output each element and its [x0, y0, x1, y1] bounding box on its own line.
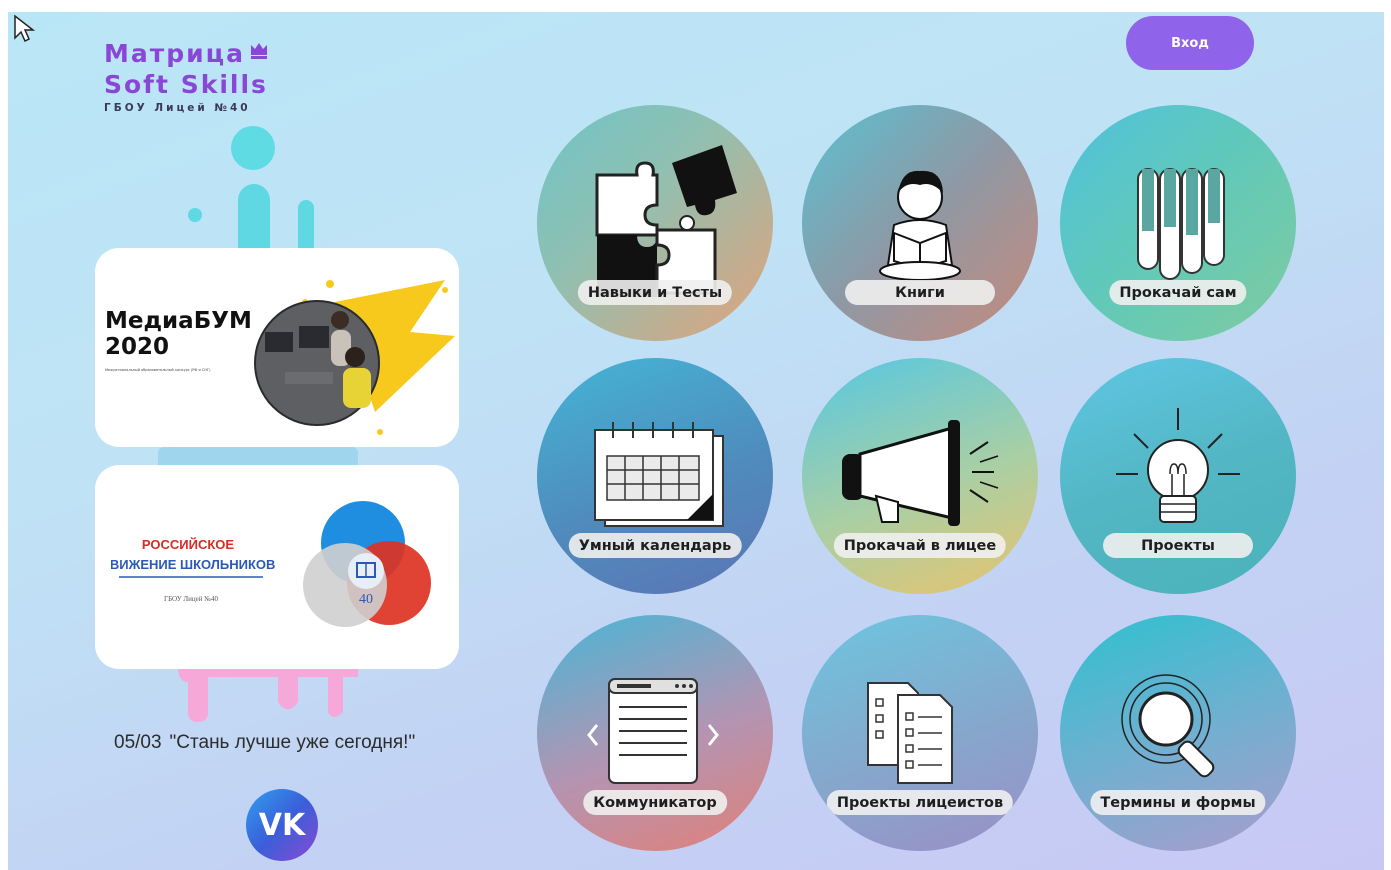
rdsh-subtitle: ГБОУ Лицей №40 — [164, 595, 218, 603]
tile-label: Проекты лицеистов — [826, 790, 1014, 815]
page: Матрица Soft Skills ГБОУ Лицей №40 Вход … — [8, 12, 1384, 870]
rdsh-emblem-number: 40 — [359, 592, 373, 607]
chevron-left-icon — [587, 724, 599, 746]
news-date: 05/03 — [114, 732, 162, 753]
tile-label: Термины и формы — [1090, 790, 1266, 815]
lightbulb-icon — [1116, 408, 1240, 523]
puzzle-icon — [595, 145, 737, 297]
logo-title-second: Soft Skills — [104, 70, 268, 99]
mediabum-title: МедиаБУМ 2020 — [105, 308, 252, 360]
tile-level-up-lyceum[interactable]: Прокачай в лицее — [802, 358, 1038, 594]
mediabum-caption: Межрегиональный образовательный конкурс … — [105, 368, 211, 372]
tile-communicator[interactable]: Коммуникатор — [537, 615, 773, 851]
tile-books[interactable]: Книги — [802, 105, 1038, 341]
tile-terms-forms[interactable]: Термины и формы — [1060, 615, 1296, 851]
rdsh-banner[interactable]: РОССИЙСКОЕ ДВИЖЕНИЕ ШКОЛЬНИКОВ ГБОУ Лице… — [95, 465, 459, 669]
logo-subtitle: ГБОУ Лицей №40 — [104, 102, 251, 114]
checklist-documents-icon — [867, 682, 953, 784]
rdsh-line1: РОССИЙСКОЕ — [142, 537, 235, 552]
tile-skills-tests[interactable]: Навыки и Тесты — [537, 105, 773, 341]
vk-button[interactable]: VK — [246, 789, 318, 861]
mediabum-photo — [254, 280, 455, 435]
rdsh-logo: РОССИЙСКОЕ ДВИЖЕНИЕ ШКОЛЬНИКОВ ГБОУ Лице… — [111, 537, 275, 603]
mouse-cursor-icon — [14, 14, 36, 43]
logo-title: Матрица — [104, 38, 269, 69]
megaphone-icon — [842, 420, 999, 526]
test-tubes-icon — [1137, 168, 1225, 280]
tile-label: Проекты — [1103, 533, 1253, 558]
browser-window-icon — [587, 678, 719, 784]
tile-label: Умный календарь — [568, 533, 742, 558]
tile-level-up-self[interactable]: Прокачай сам — [1060, 105, 1296, 341]
reader-icon — [879, 170, 961, 281]
chevron-right-icon — [707, 724, 719, 746]
tile-label: Коммуникатор — [583, 790, 727, 815]
crown-icon — [251, 43, 268, 59]
tile-projects[interactable]: Проекты — [1060, 358, 1296, 594]
rdsh-line2: ДВИЖЕНИЕ ШКОЛЬНИКОВ — [111, 557, 275, 572]
tile-student-projects[interactable]: Проекты лицеистов — [802, 615, 1038, 851]
tile-label: Прокачай в лицее — [833, 533, 1007, 558]
rdsh-emblem-icon: 40 — [303, 501, 431, 627]
login-button[interactable]: Вход — [1126, 16, 1254, 70]
site-logo[interactable]: Матрица Soft Skills ГБОУ Лицей №40 — [104, 38, 269, 114]
magnifier-icon — [1121, 674, 1215, 778]
calendar-icon — [594, 422, 724, 527]
news-item[interactable]: 05/03 "Стань лучше уже сегодня!" — [114, 732, 415, 754]
mediabum-banner[interactable]: МедиаБУМ 2020 Межрегиональный образовате… — [95, 248, 459, 447]
tile-label: Прокачай сам — [1109, 280, 1247, 305]
tile-label: Книги — [845, 280, 995, 305]
tile-label: Навыки и Тесты — [577, 280, 733, 305]
tile-smart-calendar[interactable]: Умный календарь — [537, 358, 773, 594]
news-text: "Стань лучше уже сегодня!" — [169, 732, 416, 753]
